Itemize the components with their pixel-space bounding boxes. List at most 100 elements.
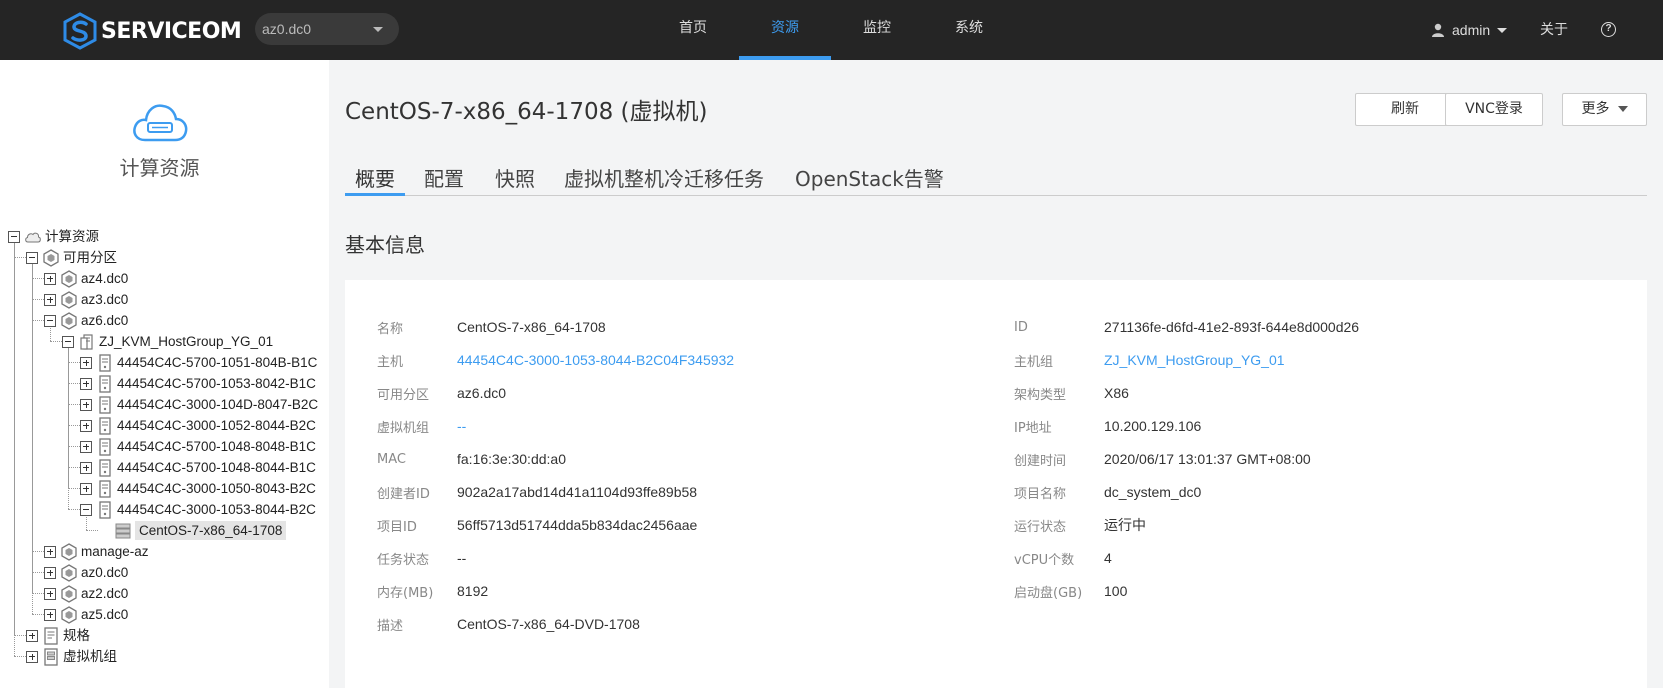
info-field: 主机 44454C4C-3000-1053-8044-B2C04F345932 <box>377 350 734 370</box>
nav-resources[interactable]: 资源 <box>739 0 831 60</box>
tree-connector <box>68 362 80 363</box>
field-value: 10.200.129.106 <box>1104 418 1202 434</box>
field-value: X86 <box>1104 385 1129 401</box>
host-icon <box>96 458 114 477</box>
tree-node-label: CentOS-7-x86_64-1708 <box>135 521 287 540</box>
refresh-button[interactable]: 刷新 <box>1355 93 1455 126</box>
tree-node-label: az2.dc0 <box>81 586 129 601</box>
tree-node[interactable]: 44454C4C-5700-1053-8042-B1C <box>80 373 316 394</box>
sidebar-title: 计算资源 <box>119 156 200 180</box>
expand-icon[interactable] <box>80 356 92 369</box>
serviceom-logo[interactable]: SERVICEOM <box>62 12 242 50</box>
tree-node[interactable]: 44454C4C-3000-1053-8044-B2C <box>80 499 316 520</box>
tree-node[interactable]: 可用分区 <box>26 247 117 268</box>
field-value-link[interactable]: ZJ_KVM_HostGroup_YG_01 <box>1104 352 1285 368</box>
tree-node[interactable]: ZJ_KVM_HostGroup_YG_01 <box>62 331 273 352</box>
hostgroup-icon <box>78 333 96 351</box>
tree-node[interactable]: az4.dc0 <box>44 268 128 289</box>
info-field: vCPU个数 4 <box>1014 548 1112 568</box>
tree-connector <box>68 509 80 510</box>
expand-icon[interactable] <box>80 377 92 390</box>
tree-connector <box>14 656 26 657</box>
tree-node-label: 44454C4C-3000-1053-8044-B2C <box>117 502 316 517</box>
collapse-icon[interactable] <box>26 251 38 264</box>
expand-icon[interactable] <box>80 440 92 453</box>
nav-monitor[interactable]: 监控 <box>831 0 923 60</box>
info-field: 主机组 ZJ_KVM_HostGroup_YG_01 <box>1014 350 1285 370</box>
field-label: 项目ID <box>377 519 417 535</box>
about-link[interactable]: 关于 <box>1540 0 1568 60</box>
tree-node-label: 44454C4C-5700-1053-8042-B1C <box>117 376 316 391</box>
tree-node[interactable]: 虚拟机组 <box>26 646 117 667</box>
tree-node[interactable]: 44454C4C-5700-1048-8044-B1C <box>80 457 316 478</box>
tab-openstack-alarm[interactable]: OpenStack告警 <box>795 166 944 196</box>
field-value-link[interactable]: -- <box>457 418 466 434</box>
field-label: 启动盘(GB) <box>1014 585 1083 601</box>
info-field: 创建者ID 902a2a17abd14d41a1104d93ffe89b58 <box>377 482 697 502</box>
field-value: -- <box>457 550 467 566</box>
az-selector[interactable]: az0.dc0 <box>255 13 399 45</box>
host-icon <box>96 416 114 435</box>
field-value-link[interactable]: 44454C4C-3000-1053-8044-B2C04F345932 <box>457 352 734 368</box>
tree-node[interactable]: az2.dc0 <box>44 583 128 604</box>
collapse-icon[interactable] <box>62 335 74 348</box>
tree-node-label: manage-az <box>81 544 149 559</box>
expand-icon[interactable] <box>26 629 38 642</box>
tree-node[interactable]: 44454C4C-3000-1050-8043-B2C <box>80 478 316 499</box>
tree-node[interactable]: 44454C4C-5700-1048-8048-B1C <box>80 436 316 457</box>
nav-system[interactable]: 系统 <box>923 0 1015 60</box>
expand-icon[interactable] <box>44 566 56 579</box>
top-navbar: SERVICEOM az0.dc0 首页 资源 监控 系统 admin 关于 ? <box>0 0 1663 60</box>
expand-icon[interactable] <box>44 293 56 306</box>
info-field: IP地址 10.200.129.106 <box>1014 416 1201 436</box>
tree-node[interactable]: manage-az <box>44 541 149 562</box>
tab-overview[interactable]: 概要 <box>345 166 405 196</box>
basic-info-card: 名称 CentOS-7-x86_64-1708 主机 44454C4C-3000-10… <box>345 280 1647 688</box>
tab-config[interactable]: 配置 <box>424 166 464 196</box>
sidebar-header: 计算资源 <box>0 100 319 181</box>
collapse-icon[interactable] <box>8 230 20 243</box>
help-icon[interactable]: ? <box>1601 22 1616 37</box>
expand-icon[interactable] <box>80 419 92 432</box>
tree-connector <box>32 299 44 300</box>
tree-node-label: ZJ_KVM_HostGroup_YG_01 <box>99 334 274 349</box>
info-field: 虚拟机组 -- <box>377 416 466 436</box>
collapse-icon[interactable] <box>80 503 92 516</box>
user-menu[interactable]: admin <box>1431 0 1508 60</box>
zone-icon <box>60 584 78 603</box>
expand-icon[interactable] <box>26 650 38 663</box>
expand-icon[interactable] <box>80 482 92 495</box>
field-value: 271136fe-d6fd-41e2-893f-644e8d000d26 <box>1104 319 1360 335</box>
tree-node[interactable]: az6.dc0 <box>44 310 128 331</box>
tree-node[interactable]: 计算资源 <box>8 226 99 247</box>
expand-icon[interactable] <box>44 545 56 558</box>
tree-node[interactable]: az5.dc0 <box>44 604 128 625</box>
tree-connector <box>68 446 80 447</box>
expand-icon[interactable] <box>44 272 56 285</box>
tree-node[interactable]: az0.dc0 <box>44 562 128 583</box>
tree-node-label: 计算资源 <box>45 229 99 244</box>
more-button[interactable]: 更多 <box>1562 93 1647 126</box>
tree-connector <box>32 263 33 614</box>
tree-node[interactable]: az3.dc0 <box>44 289 128 310</box>
expand-icon[interactable] <box>80 461 92 474</box>
expand-icon[interactable] <box>80 398 92 411</box>
tree-connector <box>32 320 44 321</box>
expand-icon[interactable] <box>44 608 56 621</box>
tree-node[interactable]: 44454C4C-3000-104D-8047-B2C <box>80 394 318 415</box>
chevron-down-icon <box>1497 27 1508 33</box>
expand-icon[interactable] <box>44 587 56 600</box>
tree-connector <box>68 404 80 405</box>
nav-home[interactable]: 首页 <box>647 0 739 60</box>
info-field: 内存(MB) 8192 <box>377 581 488 601</box>
tree-node[interactable]: CentOS-7-x86_64-1708 <box>98 520 287 541</box>
field-label: 创建时间 <box>1014 453 1067 469</box>
zone-icon <box>60 311 78 330</box>
vnc-login-button[interactable]: VNC登录 <box>1445 93 1543 126</box>
tab-snapshot[interactable]: 快照 <box>495 166 535 196</box>
tree-node[interactable]: 44454C4C-5700-1051-804B-B1C <box>80 352 317 373</box>
collapse-icon[interactable] <box>44 314 56 327</box>
tree-node[interactable]: 规格 <box>26 625 90 646</box>
tree-node[interactable]: 44454C4C-3000-1052-8044-B2C <box>80 415 316 436</box>
tab-cold-migration[interactable]: 虚拟机整机冷迁移任务 <box>564 166 764 196</box>
